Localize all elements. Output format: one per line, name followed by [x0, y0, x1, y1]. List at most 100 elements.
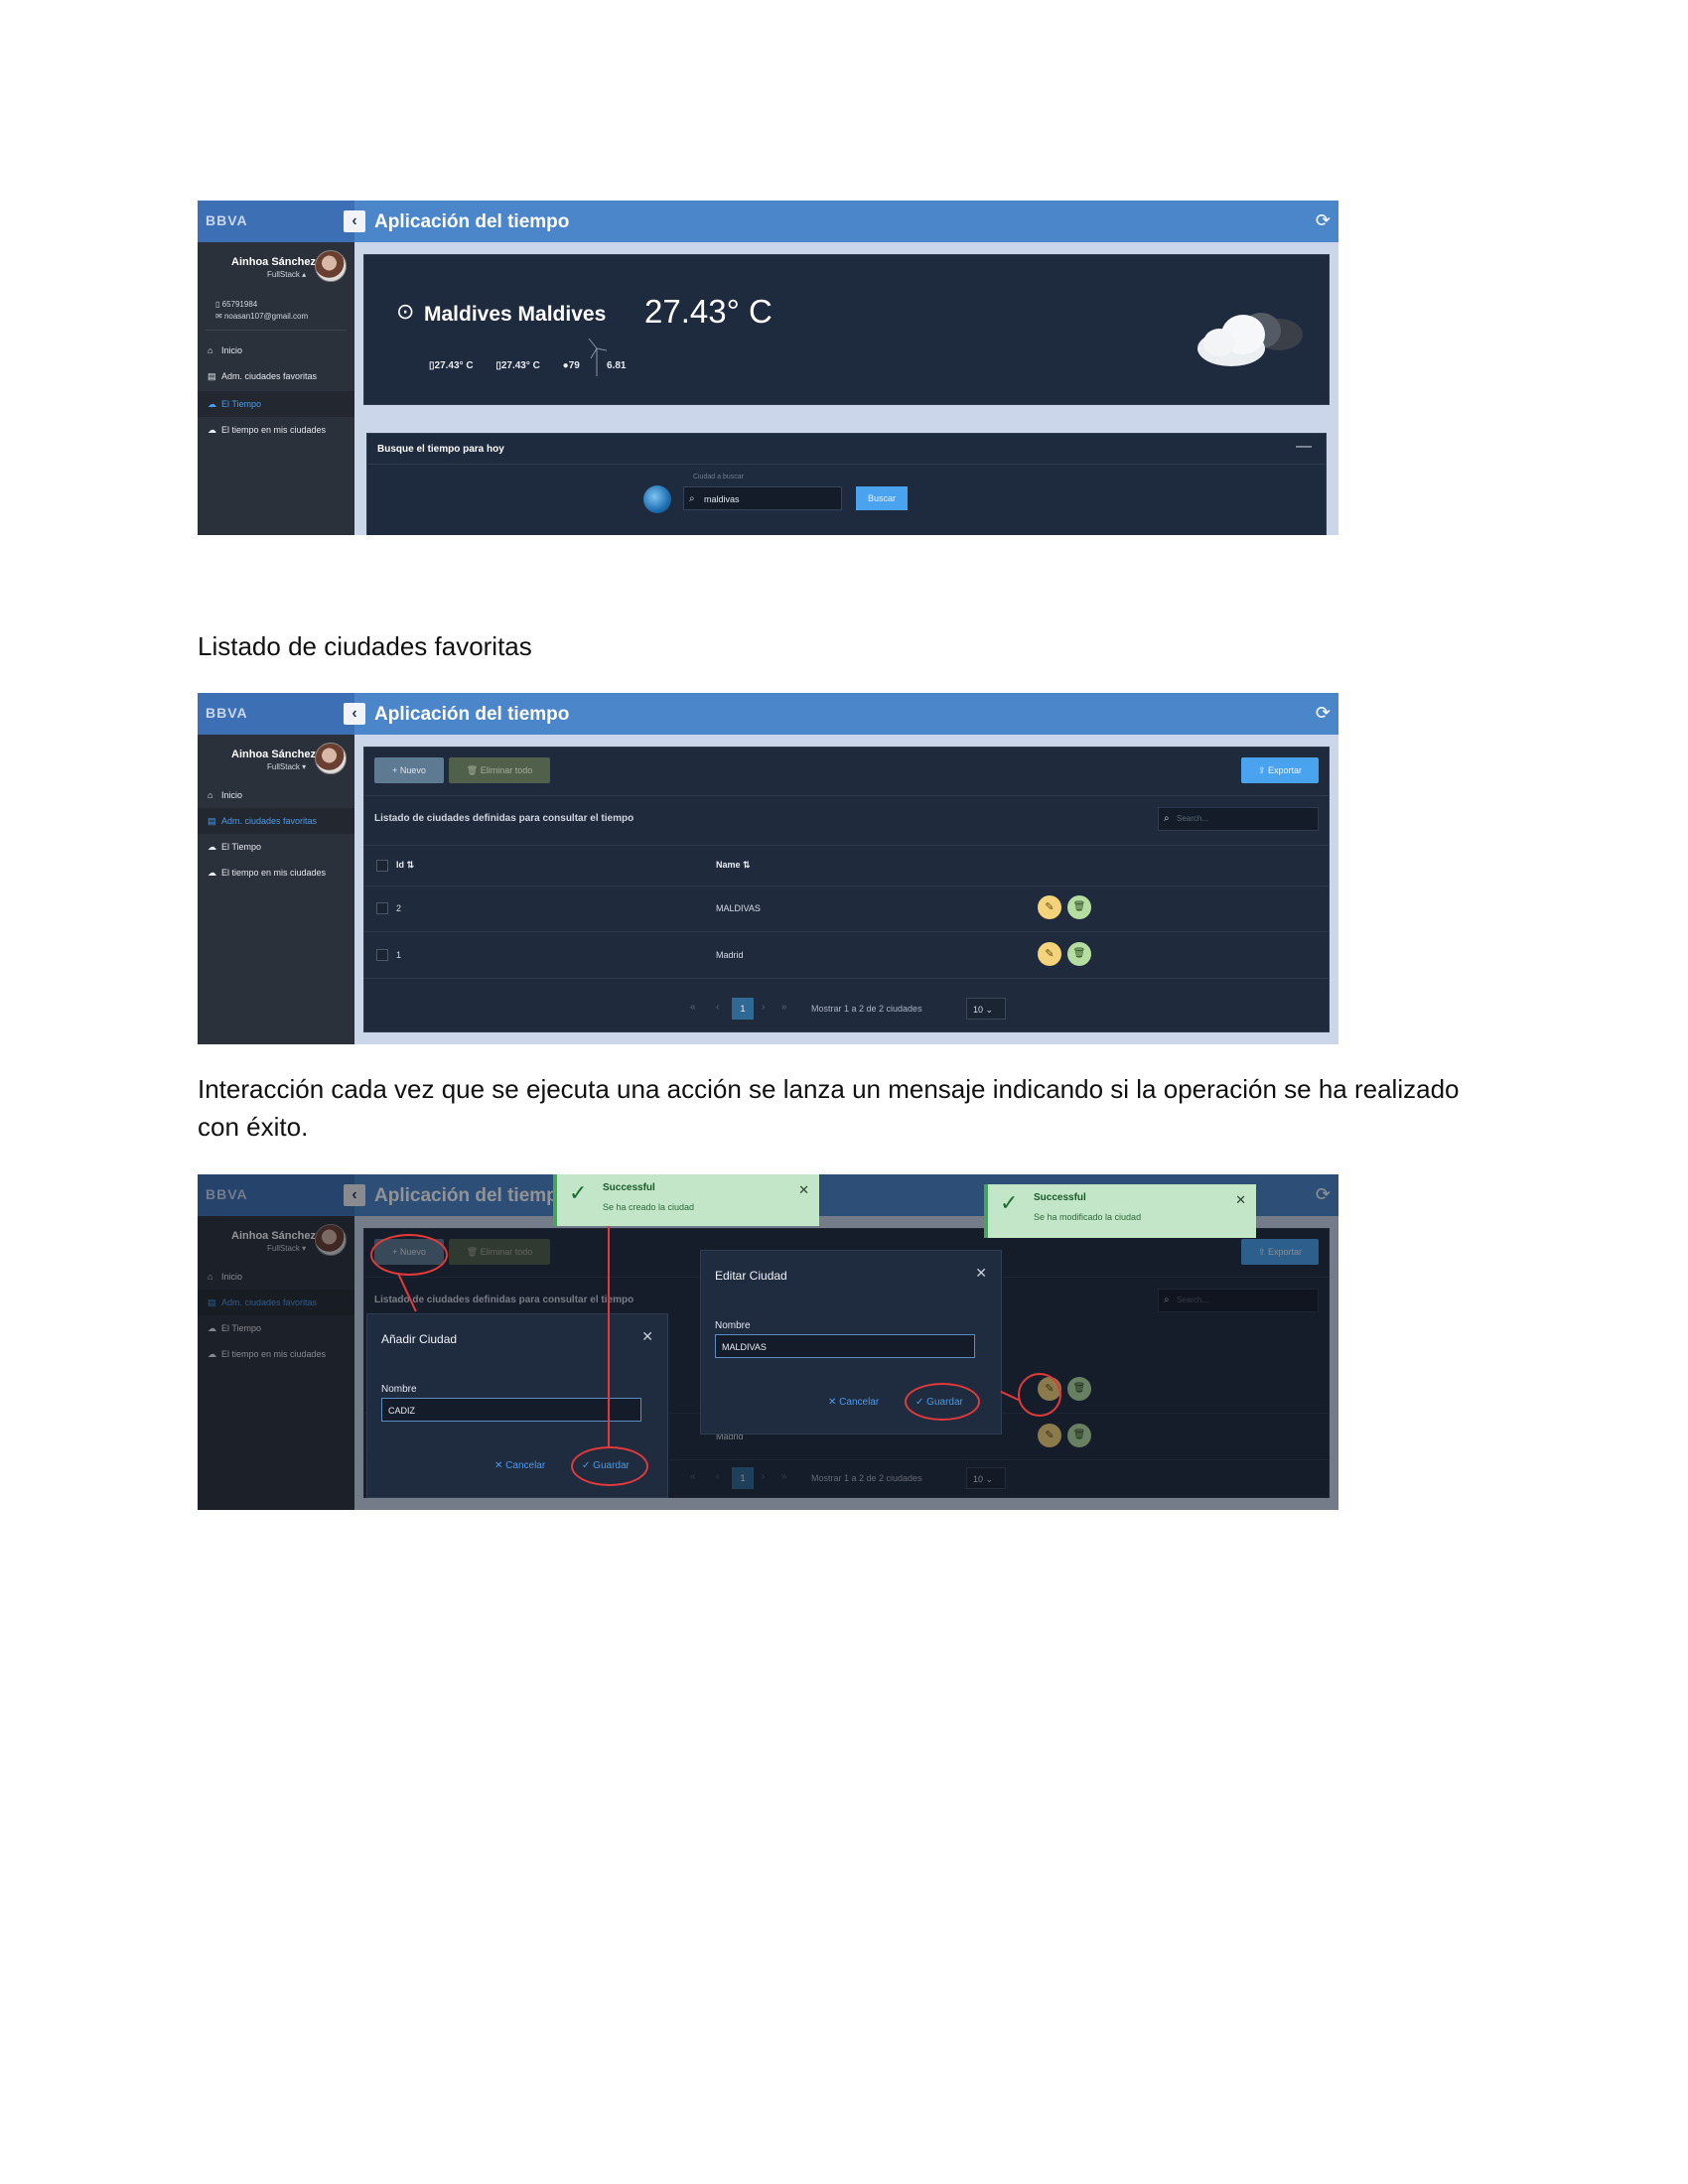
edit-pencil-icon[interactable]: ✎ — [1038, 942, 1061, 966]
section-heading-favoritas: Listado de ciudades favoritas — [198, 631, 532, 661]
row-checkbox[interactable] — [376, 902, 388, 914]
home-icon: ⌂ — [208, 345, 213, 355]
top-bar: BBVA ‹ Aplicación del tiempo ⟳ — [198, 201, 1338, 242]
sidebar-item-favoritas[interactable]: ▤ Adm. ciudades favoritas — [198, 808, 354, 834]
cloudy-weather-icon — [1197, 313, 1303, 366]
app-title: Aplicación del tiempo — [374, 211, 570, 232]
sidebar-toggle-button[interactable]: ‹ — [344, 210, 365, 232]
toast-modified: ✓ Successful Se ha modificado la ciudad … — [984, 1184, 1256, 1238]
table-row: 1 Madrid ✎ 🗑 — [364, 932, 1329, 979]
search-card-title: Busque el tiempo para hoy — [377, 444, 504, 455]
prev-page-icon[interactable]: ‹ — [716, 1002, 719, 1013]
refresh-icon[interactable]: ⟳ — [1316, 210, 1331, 231]
brand-logo: BBVA — [206, 212, 248, 228]
user-role[interactable]: FullStack ▾ — [267, 762, 306, 771]
toast-title: Successful — [603, 1182, 655, 1193]
city-search-input[interactable]: ⌕ maldivas — [683, 486, 842, 510]
document-icon: ▤ — [208, 371, 216, 381]
city-name: Maldives Maldives — [424, 303, 607, 326]
temp-min: ▯27.43° C — [429, 360, 474, 371]
close-icon[interactable]: ✕ — [975, 1265, 987, 1282]
wind-speed: 6.81 — [607, 360, 627, 371]
annotation-ring-guardar-add — [571, 1446, 648, 1486]
list-title: Listado de ciudades definidas para consu… — [374, 813, 634, 824]
edit-name-label: Nombre — [715, 1320, 751, 1331]
weather-stats: ▯27.43° C ▯27.43° C ●79 — [429, 360, 600, 371]
screenshot-dialogs: BBVA ‹ Aplicación del tiempo ⟳ Ainhoa Sá… — [198, 1174, 1338, 1510]
temp-max: ▯27.43° C — [495, 360, 540, 371]
page-info: Mostrar 1 a 2 de 2 ciudades — [811, 1004, 922, 1014]
select-all-checkbox[interactable] — [376, 860, 388, 872]
search-button[interactable]: Buscar — [856, 486, 908, 510]
search-card: Busque el tiempo para hoy — Ciudad a bus… — [366, 433, 1327, 535]
location-pin-icon: ⊙ — [396, 299, 415, 324]
delete-trash-icon[interactable]: 🗑 — [1067, 942, 1091, 966]
screenshot-weather: BBVA ‹ Aplicación del tiempo ⟳ Ainhoa Sá… — [198, 201, 1338, 535]
delete-trash-icon[interactable]: 🗑 — [1067, 895, 1091, 919]
close-icon[interactable]: ✕ — [1235, 1192, 1246, 1208]
main-content: + Nuevo 🗑 Eliminar todo ⇪ Exportar Lista… — [354, 735, 1338, 1044]
current-page[interactable]: 1 — [732, 998, 754, 1020]
email-text: ✉ noasan107@gmail.com — [215, 312, 309, 321]
cities-list-card: + Nuevo 🗑 Eliminar todo ⇪ Exportar Lista… — [363, 747, 1330, 1032]
sidebar: Ainhoa Sánchez FullStack ▾ ⌂ Inicio ▤ Adm.… — [198, 735, 354, 1044]
row-name: MALDIVAS — [716, 903, 761, 913]
edit-name-input[interactable]: MALDIVAS — [715, 1334, 975, 1358]
row-name: Madrid — [716, 950, 744, 960]
user-role[interactable]: FullStack ▴ — [267, 270, 306, 279]
app-title: Aplicación del tiempo — [374, 704, 570, 725]
collapse-icon[interactable]: — — [1296, 438, 1312, 456]
sidebar-item-mis-ciudades[interactable]: ☁ El tiempo en mis ciudades — [198, 860, 354, 886]
column-id[interactable]: Id ⇅ — [396, 860, 414, 871]
current-temperature: 27.43° C — [644, 293, 773, 330]
cloud-icon: ☁ — [208, 425, 216, 435]
delete-all-button[interactable]: 🗑 Eliminar todo — [449, 757, 550, 783]
check-icon: ✓ — [1000, 1190, 1019, 1215]
toast-message: Se ha modificado la ciudad — [1034, 1212, 1142, 1222]
cancel-button[interactable]: ✕ Cancelar — [828, 1397, 879, 1408]
sidebar-item-mis-ciudades[interactable]: ☁ El tiempo en mis ciudades — [198, 417, 354, 443]
new-city-button[interactable]: + Nuevo — [374, 757, 444, 783]
sidebar-item-tiempo[interactable]: ☁ El Tiempo — [198, 391, 354, 417]
annotation-ring-guardar-edit — [905, 1383, 980, 1421]
weather-card: ⊙ Maldives Maldives 27.43° C ▯27.43° C ▯… — [363, 254, 1330, 405]
search-card-header: Busque el tiempo para hoy — — [367, 434, 1326, 465]
edit-dialog-title: Editar Ciudad — [715, 1269, 787, 1283]
close-icon[interactable]: ✕ — [798, 1182, 809, 1198]
last-page-icon[interactable]: » — [781, 1002, 787, 1013]
column-name[interactable]: Name ⇅ — [716, 860, 751, 871]
search-icon: ⌕ — [689, 493, 695, 504]
add-dialog-title: Añadir Ciudad — [381, 1332, 458, 1346]
toast-message: Se ha creado la ciudad — [603, 1202, 695, 1212]
export-button[interactable]: ⇪ Exportar — [1241, 757, 1319, 783]
table-header: Id ⇅ Name ⇅ — [364, 845, 1329, 887]
sidebar-item-tiempo[interactable]: ☁ El Tiempo — [198, 834, 354, 860]
page-size-select[interactable]: 10 ⌄ — [966, 998, 1006, 1020]
next-page-icon[interactable]: › — [762, 1002, 765, 1013]
table-row: 2 MALDIVAS ✎ 🗑 — [364, 886, 1329, 932]
refresh-icon[interactable]: ⟳ — [1316, 703, 1331, 724]
annotation-ring-edit-icon — [1018, 1373, 1061, 1417]
main-content: ⊙ Maldives Maldives 27.43° C ▯27.43° C ▯… — [354, 242, 1338, 535]
globe-icon — [643, 485, 671, 513]
list-search-input[interactable]: ⌕ Search... — [1158, 807, 1319, 831]
brand-area: BBVA — [198, 201, 354, 242]
sidebar-item-inicio[interactable]: ⌂ Inicio — [198, 338, 354, 363]
sidebar-toggle-button[interactable]: ‹ — [344, 703, 365, 725]
row-checkbox[interactable] — [376, 949, 388, 961]
add-name-input[interactable]: CADIZ — [381, 1398, 641, 1422]
first-page-icon[interactable]: « — [690, 1002, 696, 1013]
row-id: 2 — [396, 903, 402, 913]
divider — [206, 330, 347, 331]
cancel-button[interactable]: ✕ Cancelar — [494, 1460, 545, 1471]
avatar — [315, 250, 347, 282]
close-icon[interactable]: ✕ — [641, 1328, 653, 1345]
sidebar-item-inicio[interactable]: ⌂ Inicio — [198, 782, 354, 808]
add-name-label: Nombre — [381, 1384, 417, 1395]
sidebar: Ainhoa Sánchez FullStack ▴ ▯ 65791984 ✉ … — [198, 242, 354, 535]
sidebar-item-favoritas[interactable]: ▤ Adm. ciudades favoritas — [198, 363, 354, 389]
search-icon: ⌕ — [1164, 813, 1170, 824]
user-name: Ainhoa Sánchez — [231, 749, 316, 760]
screenshot-favorites-list: BBVA ‹ Aplicación del tiempo ⟳ Ainhoa Sá… — [198, 693, 1338, 1044]
edit-pencil-icon[interactable]: ✎ — [1038, 895, 1061, 919]
